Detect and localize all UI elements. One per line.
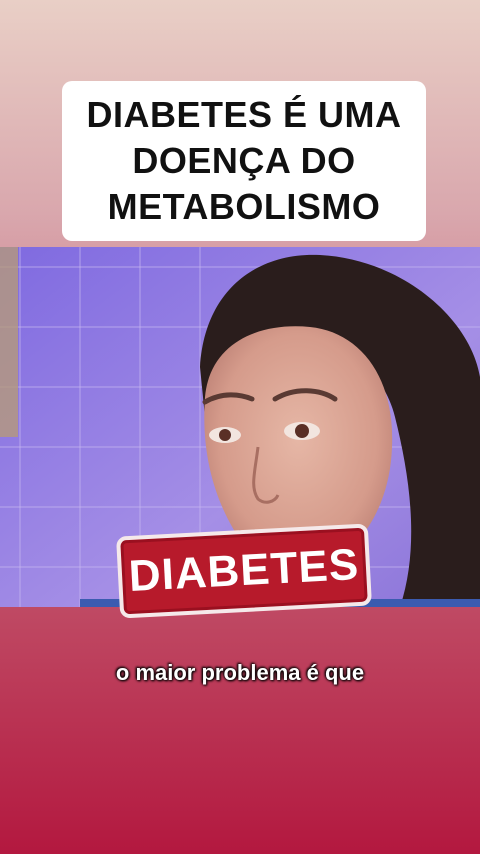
headline-line-3: METABOLISMO — [107, 186, 381, 227]
stamp-label: DIABETES — [127, 540, 361, 601]
video-caption: o maior problema é que — [115, 660, 365, 685]
headline-text: DIABETES É UMA DOENÇA DO METABOLISMO — [86, 92, 401, 230]
headline-card: DIABETES É UMA DOENÇA DO METABOLISMO — [62, 81, 426, 241]
diabetes-stamp: DIABETES — [116, 523, 372, 619]
headline-line-2: DOENÇA DO — [132, 140, 356, 181]
headline-line-1: DIABETES É UMA — [86, 94, 402, 135]
